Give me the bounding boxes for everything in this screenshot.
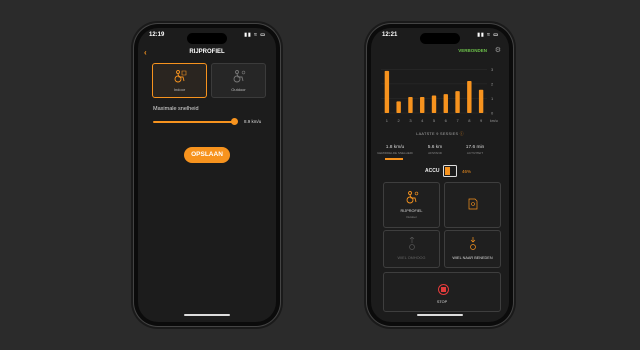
stat-label: ACTIVITEIT (466, 151, 484, 155)
stat-activity[interactable]: 17.6 min ACTIVITEIT (455, 145, 495, 155)
wheelchair-sun-icon (384, 191, 439, 207)
chart-bar[interactable] (443, 94, 448, 113)
y-tick-label: 0 (491, 111, 494, 116)
mode-outdoor-label: Outdoor (231, 87, 246, 92)
x-tick-label: 8 (468, 118, 471, 123)
tile-label: RIJPROFIEL (400, 209, 423, 213)
y-tick-label: 2 (491, 81, 494, 86)
stat-value: 17.6 min (465, 145, 485, 150)
max-speed-slider-knob[interactable] (231, 118, 238, 125)
battery-fill (445, 167, 450, 175)
wheelchair-outdoor-sun-icon (212, 70, 265, 86)
battery-label: ACCU (425, 168, 440, 174)
status-time: 12:21 (382, 32, 398, 38)
active-stat-indicator (385, 158, 403, 160)
wheel-down-icon (445, 237, 500, 253)
wheelchair-indoor-icon (153, 70, 206, 86)
dynamic-island (187, 33, 227, 44)
sessions-label-text: LAATSTE 9 SESSIES (416, 132, 459, 136)
tile-sub: Outdoor (406, 215, 417, 219)
connection-status: VERBONDEN (458, 48, 487, 53)
stat-label: AFSTAND (428, 151, 442, 155)
page-title: RIJPROFIEL (189, 49, 225, 55)
chart-bar[interactable] (420, 97, 425, 113)
chart-bar[interactable] (396, 101, 401, 113)
stat-label: GEMIDDELDE SNELHEID (377, 151, 413, 155)
phone-dashboard: 12:21 ▮▮ ≈ ▭ VERBONDEN ⚙ 3 2 1 0 km/u 1 2 3 4 5 6 7… (367, 24, 513, 326)
battery-icon (443, 165, 457, 177)
tile-label: STOP (436, 300, 448, 304)
stat-speed[interactable]: 1.8 km/u GEMIDDELDE SNELHEID (375, 145, 415, 155)
phone-ride-profile: 12:19 ▮▮ ≈ ▭ ‹ RIJPROFIEL Indoor Outdoor… (134, 24, 280, 326)
screen: 12:19 ▮▮ ≈ ▭ ‹ RIJPROFIEL Indoor Outdoor… (138, 28, 276, 322)
sessions-label: LAATSTE 9 SESSIES ⓘ (371, 132, 509, 137)
stat-value: 1.8 km/u (385, 145, 405, 150)
max-speed-slider-track[interactable] (153, 121, 235, 123)
x-tick-label: 6 (445, 118, 448, 123)
chart-bar[interactable] (408, 97, 413, 113)
status-time: 12:19 (149, 32, 165, 38)
settings-file-tile[interactable] (444, 182, 501, 228)
y-tick-label: 3 (491, 67, 494, 72)
wheel-down-tile[interactable]: WIEL NAAR BENEDEN (444, 230, 501, 268)
gear-icon[interactable]: ⚙ (495, 46, 501, 54)
stop-icon-square (441, 287, 446, 292)
x-tick-label: 5 (433, 118, 436, 123)
x-tick-label: 7 (456, 118, 459, 123)
tile-label: WIEL OMHOOG (397, 256, 426, 260)
y-tick-label: 1 (491, 96, 494, 101)
chart-bar[interactable] (455, 91, 460, 113)
max-speed-value: 8.9 km/u (244, 119, 262, 124)
y-unit-label: km/u (490, 119, 498, 123)
home-indicator (184, 314, 230, 316)
stat-distance[interactable]: 5.6 km AFSTAND (415, 145, 455, 155)
chart-bar[interactable] (478, 89, 484, 113)
stat-value: 5.6 km (427, 145, 443, 150)
wheel-up-tile[interactable]: WIEL OMHOOG (383, 230, 440, 268)
home-indicator (417, 314, 463, 316)
chart-bar[interactable] (467, 81, 472, 113)
dynamic-island (420, 33, 460, 44)
status-icons: ▮▮ ≈ ▭ (477, 32, 499, 38)
file-bulb-icon (445, 198, 500, 213)
battery-percent: 46% (462, 169, 472, 174)
x-tick-label: 9 (480, 118, 483, 123)
save-button[interactable]: OPSLAAN (184, 147, 230, 163)
max-speed-label: Maximale snelheid (153, 106, 199, 112)
sessions-chart: 3 2 1 0 km/u 1 2 3 4 5 6 7 8 9 (381, 67, 498, 123)
mode-indoor-button[interactable]: Indoor (152, 63, 207, 98)
mode-outdoor-button[interactable]: Outdoor (211, 63, 266, 98)
stop-tile[interactable]: STOP (383, 272, 501, 312)
ride-profile-tile[interactable]: RIJPROFIEL Outdoor (383, 182, 440, 228)
status-icons: ▮▮ ≈ ▭ (244, 32, 266, 38)
mode-indoor-label: Indoor (173, 87, 186, 92)
x-tick-label: 3 (409, 118, 412, 123)
screen: 12:21 ▮▮ ≈ ▭ VERBONDEN ⚙ 3 2 1 0 km/u 1 2 3 4 5 6 7… (371, 28, 509, 322)
chart-bar[interactable] (431, 95, 437, 113)
x-tick-label: 1 (386, 118, 389, 123)
x-tick-label: 4 (421, 118, 424, 123)
tile-label: WIEL NAAR BENEDEN (452, 256, 493, 260)
chart-bar[interactable] (384, 70, 390, 113)
wheel-up-icon (384, 236, 439, 253)
info-icon[interactable]: ⓘ (460, 132, 464, 136)
x-tick-label: 2 (398, 118, 401, 123)
